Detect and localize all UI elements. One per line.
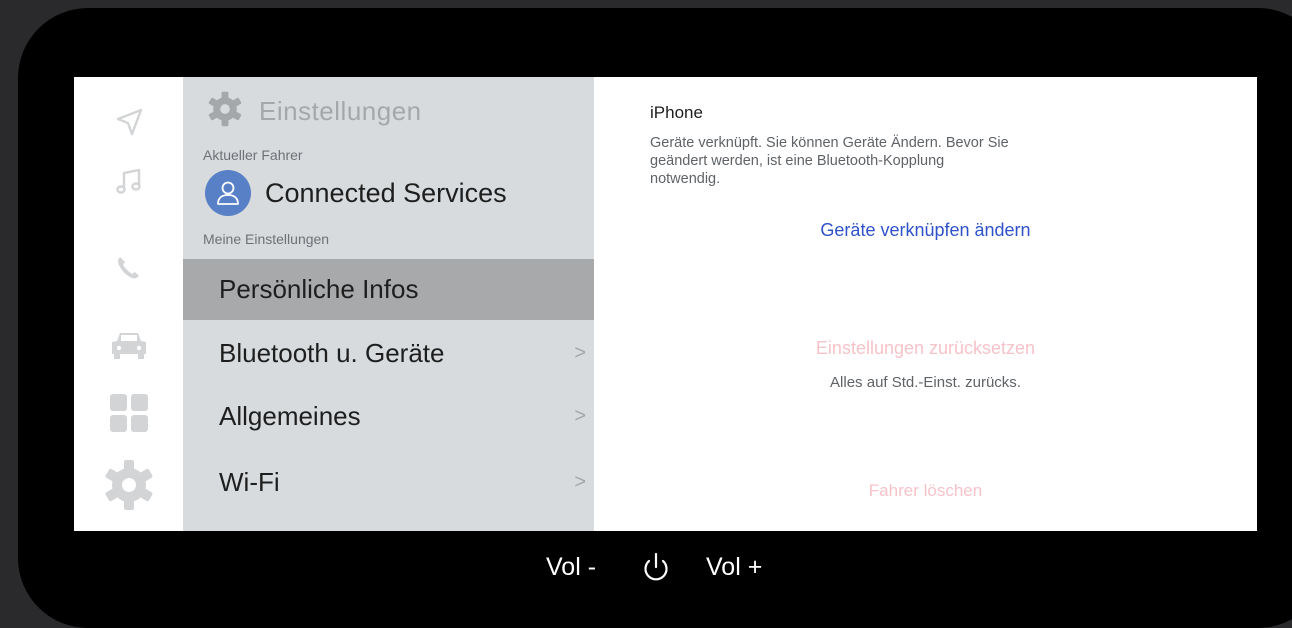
driver-name: Connected Services [265, 177, 507, 208]
menu-item-bluetooth[interactable]: Bluetooth u. Geräte > [183, 323, 594, 384]
power-icon[interactable] [638, 550, 674, 586]
menu-item-label: Persönliche Infos [219, 274, 419, 304]
menu-item-label: Wi-Fi [219, 467, 280, 497]
menu-item-personal-info[interactable]: Persönliche Infos [183, 259, 594, 320]
current-driver-label: Aktueller Fahrer [203, 147, 303, 163]
user-icon [217, 181, 239, 205]
hardware-controls: Vol - Vol + [0, 548, 1292, 592]
display-screen: Einstellungen Aktueller Fahrer Connected… [74, 77, 1257, 531]
my-settings-label: Meine Einstellungen [203, 231, 330, 247]
panel-header: Einstellungen [207, 91, 422, 132]
device-description: Geräte verknüpft. Sie können Geräte Ände… [650, 135, 1009, 187]
music-icon[interactable] [101, 157, 157, 207]
chevron-right-icon: > [574, 342, 586, 364]
menu-item-general[interactable]: Allgemeines > [183, 386, 594, 447]
reset-settings-button[interactable]: Einstellungen zurücksetzen [594, 338, 1257, 359]
car-icon[interactable] [101, 319, 157, 369]
reset-settings-subtitle: Alles auf Std.-Einst. zurücks. [830, 374, 1021, 391]
settings-gear-icon[interactable] [101, 460, 157, 510]
device-name: iPhone [650, 103, 703, 122]
volume-down-button[interactable]: Vol - [546, 553, 596, 582]
avatar [205, 170, 251, 216]
menu-item-label: Allgemeines [219, 401, 361, 431]
menu-item-wifi[interactable]: Wi-Fi > [183, 452, 594, 513]
settings-gear-icon [207, 91, 243, 132]
phone-icon[interactable] [101, 243, 157, 293]
current-driver[interactable]: Connected Services [205, 170, 507, 216]
detail-pane: iPhone Geräte verknüpft. Sie können Gerä… [594, 77, 1257, 531]
navigation-icon[interactable] [101, 97, 157, 147]
menu-item-label: Bluetooth u. Geräte [219, 338, 445, 368]
nav-rail [74, 77, 183, 531]
change-pairing-button[interactable]: Geräte verknüpfen ändern [594, 220, 1257, 241]
chevron-right-icon: > [574, 405, 586, 427]
chevron-right-icon: > [574, 471, 586, 493]
panel-title: Einstellungen [259, 96, 422, 126]
volume-up-button[interactable]: Vol + [706, 553, 762, 582]
apps-grid-icon[interactable] [101, 388, 157, 438]
delete-driver-button[interactable]: Fahrer löschen [594, 481, 1257, 501]
settings-panel: Einstellungen Aktueller Fahrer Connected… [183, 77, 594, 531]
